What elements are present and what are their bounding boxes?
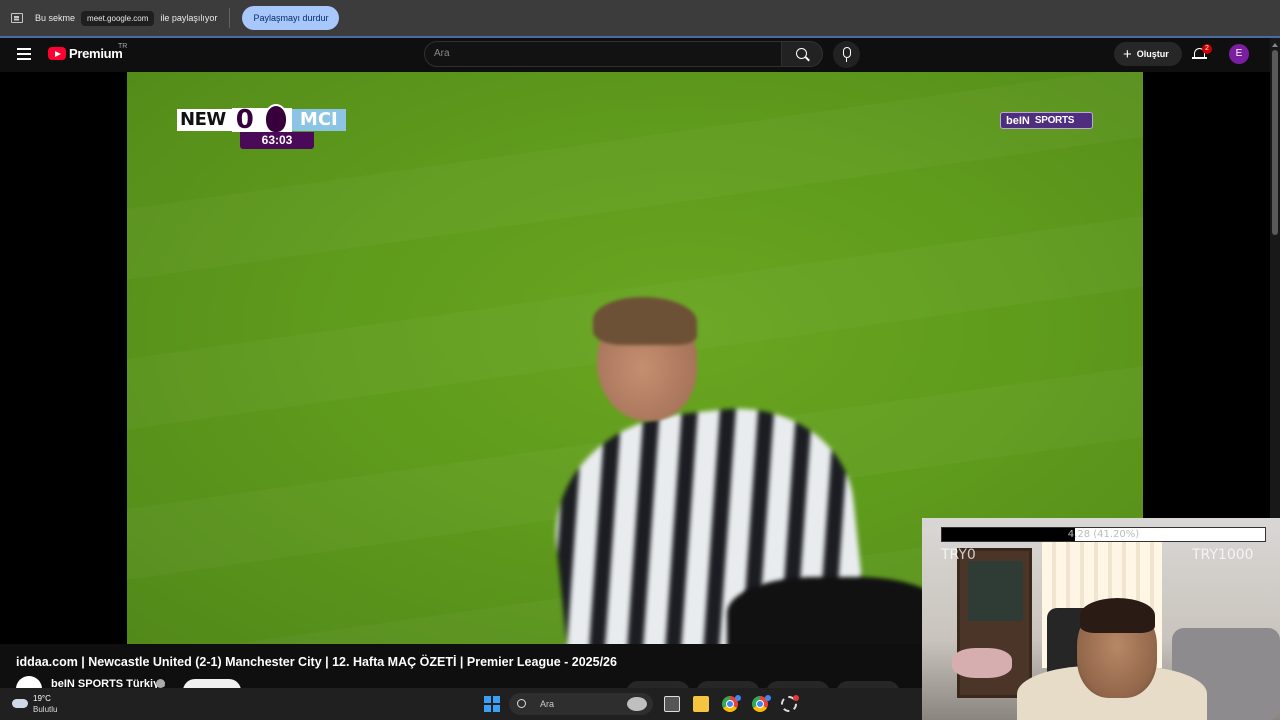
stop-sharing-button[interactable]: Paylaşmayı durdur — [242, 6, 340, 30]
scroll-up-icon[interactable] — [1272, 43, 1278, 47]
share-prefix: Bu sekme — [35, 13, 76, 23]
like-button[interactable] — [626, 681, 690, 688]
action-buttons — [626, 681, 900, 688]
donation-progress-bar: 4.28 (41.20%) — [941, 527, 1266, 542]
progress-label: 4.28 (41.20%) — [1067, 529, 1140, 540]
windows-taskbar: 19°C Bulutlu Ara — [0, 688, 922, 720]
taskbar-search-label: Ara — [540, 699, 555, 709]
broadcaster-sub: SPORTS — [1034, 115, 1075, 126]
share-domain: meet.google.com — [81, 10, 155, 26]
search-icon — [796, 48, 807, 59]
channel-avatar[interactable] — [16, 676, 42, 688]
task-view-icon[interactable] — [664, 696, 680, 712]
microphone-icon[interactable] — [833, 41, 860, 68]
weather-cloud-icon — [12, 699, 28, 708]
youtube-header: Premium TR Ara + Oluştur 2 E — [0, 38, 1270, 72]
channel-row: beIN SPORTS Türkiye — [16, 675, 922, 688]
notification-dot — [765, 695, 771, 701]
premier-league-logo — [264, 104, 288, 134]
scoreboard: NEW 0 0 MCI 63:03 — [177, 104, 346, 149]
notification-badge: 2 — [1202, 44, 1212, 54]
tab-share-icon — [11, 13, 23, 23]
search-highlight-icon — [627, 697, 647, 711]
create-label: Oluştur — [1136, 49, 1169, 59]
windows-start-icon[interactable] — [484, 696, 500, 712]
channel-name[interactable]: beIN SPORTS Türkiye — [51, 678, 165, 688]
logo-text: Premium — [69, 46, 123, 61]
youtube-logo[interactable]: Premium TR — [48, 43, 127, 61]
goal-end-label: TRY1000 — [1192, 547, 1254, 563]
country-code: TR — [118, 43, 128, 50]
search-input[interactable]: Ara — [424, 41, 782, 67]
broadcaster-main: beIN — [1006, 114, 1030, 127]
save-button[interactable] — [766, 681, 830, 688]
plus-icon: + — [1123, 45, 1132, 63]
notification-dot — [793, 695, 799, 701]
search-button[interactable] — [781, 41, 823, 67]
screen-share-bar: Bu sekme meet.google.com ile paylaşılıyo… — [0, 0, 1280, 36]
broadcaster-logo: beIN SPORTS — [1000, 112, 1093, 129]
divider — [229, 8, 231, 28]
home-score: 0 — [235, 105, 254, 135]
share-suffix: ile paylaşılıyor — [160, 13, 218, 23]
file-explorer-icon[interactable] — [693, 696, 709, 712]
webcam-overlay: 4.28 (41.20%) TRY0 TRY1000 — [922, 518, 1280, 720]
create-button[interactable]: + Oluştur — [1114, 42, 1182, 66]
temperature: 19°C — [33, 694, 51, 703]
video-info: iddaa.com | Newcastle United (2-1) Manch… — [0, 644, 922, 688]
verified-icon — [156, 679, 165, 688]
youtube-logo-icon — [48, 47, 66, 60]
avatar[interactable]: E — [1229, 44, 1249, 64]
share-button[interactable] — [696, 681, 760, 688]
match-clock: 63:03 — [240, 132, 314, 149]
home-team: NEW — [177, 109, 232, 131]
footballer-image — [544, 297, 957, 644]
away-team: MCI — [291, 109, 346, 131]
taskbar-search-icon — [517, 699, 526, 708]
menu-icon[interactable] — [17, 48, 31, 60]
weather-condition: Bulutlu — [33, 705, 58, 714]
video-title: iddaa.com | Newcastle United (2-1) Manch… — [16, 655, 617, 669]
join-button[interactable] — [183, 679, 241, 688]
taskbar-search[interactable]: Ara — [509, 693, 653, 715]
pillow — [952, 648, 1012, 678]
scrollbar-thumb[interactable] — [1272, 50, 1278, 235]
goal-start-label: TRY0 — [941, 547, 976, 563]
more-button[interactable] — [836, 681, 900, 688]
notification-dot — [735, 695, 741, 701]
streamer-hair — [1080, 598, 1155, 633]
